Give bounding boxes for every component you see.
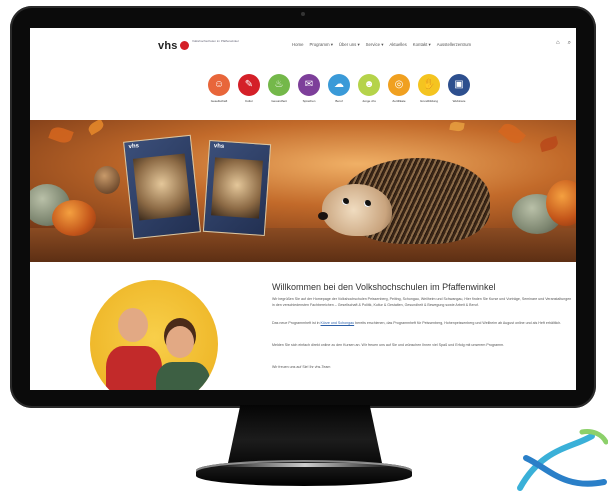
vhs-logo-text: vhs <box>158 40 178 52</box>
category-label: Beruf <box>335 99 343 103</box>
paragraph-text: bereits erschienen, das Programmheft für… <box>354 321 562 325</box>
category-label: Grundbildung <box>419 99 438 103</box>
cloud-icon: ☁ <box>328 74 350 96</box>
category-junge-vhs[interactable]: ☻ Junge vhs <box>356 74 382 103</box>
nav-item-ausstellerzentrum[interactable]: Ausstellerzentrum <box>437 42 471 48</box>
category-label: Webinare <box>452 99 466 103</box>
hedgehog-face <box>322 184 392 236</box>
person-woman <box>156 326 212 390</box>
category-label: Gesellschaft <box>210 99 228 103</box>
hand-icon: ✋ <box>418 74 440 96</box>
category-kultur[interactable]: ✎ Kultur <box>236 74 262 103</box>
booklet-logo: vhs <box>213 143 225 150</box>
nav-item-kontakt[interactable]: Kontakt ▾ <box>413 42 431 48</box>
welcome-paragraph-2: Das neue Programmheft ist in Kürze und S… <box>272 320 572 326</box>
corner-swirl-logo <box>517 429 608 491</box>
pumpkin-image <box>52 200 96 236</box>
site-header: vhs Volkshochschulen im Pfaffenwinkel Ho… <box>30 28 576 66</box>
category-beruf[interactable]: ☁ Beruf <box>326 74 352 103</box>
header-icons: ⌂ ⌕ <box>556 40 571 47</box>
booklet-cover-image <box>132 153 192 221</box>
vhs-logo[interactable]: vhs <box>158 40 189 52</box>
category-label: Kultur <box>245 99 253 103</box>
health-icon: ♨ <box>268 74 290 96</box>
welcome-paragraph-1: Wir begrüßen Sie auf der Homepage der Vo… <box>272 297 572 307</box>
nav-item-service[interactable]: Service ▾ <box>366 42 384 48</box>
palette-icon: ✎ <box>238 74 260 96</box>
smiley-icon: ☻ <box>358 74 380 96</box>
monitor-icon: ▣ <box>448 74 470 96</box>
category-bar: ☺ Gesellschaft ✎ Kultur ♨ Gesundheit ✉ S… <box>206 74 472 103</box>
category-label: Zertifikate <box>392 99 406 103</box>
category-grundbildung[interactable]: ✋ Grundbildung <box>416 74 442 103</box>
category-gesundheit[interactable]: ♨ Gesundheit <box>266 74 292 103</box>
people-icon: ☺ <box>208 74 230 96</box>
vhs-tagline: Volkshochschulen im Pfaffenwinkel <box>192 39 239 43</box>
shirt-shape <box>156 362 210 390</box>
shirt-shape <box>106 346 162 390</box>
nav-item-ueber-uns[interactable]: Über uns ▾ <box>339 42 360 48</box>
category-label: Sprachen <box>302 99 316 103</box>
person-man <box>106 308 162 390</box>
booklet-cover-image <box>211 157 263 219</box>
vhs-logo-mark <box>179 41 189 50</box>
hedgehog-eye <box>342 198 349 205</box>
webcam-dot <box>301 12 305 16</box>
category-label: Junge vhs <box>362 99 376 103</box>
monitor-stand-highlight <box>220 463 390 467</box>
bag-icon[interactable]: ⌂ <box>556 40 560 47</box>
pinecone-image <box>94 166 120 194</box>
program-booklet: vhs <box>123 134 201 240</box>
hero-table <box>30 228 576 262</box>
welcome-heading: Willkommen bei den Volkshochschulen im P… <box>272 282 496 292</box>
search-icon[interactable]: ⌕ <box>568 40 571 47</box>
nav-item-aktuelles[interactable]: Aktuelles <box>389 42 406 48</box>
speech-bubble-icon: ✉ <box>298 74 320 96</box>
head-shape <box>166 326 194 358</box>
hero-banner: vhs vhs <box>30 120 576 262</box>
category-webinare[interactable]: ▣ Webinare <box>446 74 472 103</box>
monitor-frame: vhs Volkshochschulen im Pfaffenwinkel Ho… <box>10 6 596 408</box>
category-sprachen[interactable]: ✉ Sprachen <box>296 74 322 103</box>
category-zertifikate[interactable]: ◎ Zertifikate <box>386 74 412 103</box>
nav-item-home[interactable]: Home <box>292 42 303 48</box>
website-screen: vhs Volkshochschulen im Pfaffenwinkel Ho… <box>30 28 576 390</box>
welcome-paragraph-3: Melden Sie sich einfach direkt online zu… <box>272 343 505 347</box>
team-photo <box>90 280 218 390</box>
main-nav: Home Programm ▾ Über uns ▾ Service ▾ Akt… <box>292 42 471 48</box>
program-link[interactable]: Kürze und Schongau <box>321 321 355 325</box>
head-shape <box>118 308 148 342</box>
welcome-paragraph-4: Wir freuen uns auf Sie! Ihr vhs-Team <box>272 365 331 369</box>
monitor-stand-neck <box>228 405 382 463</box>
program-booklet: vhs <box>202 139 272 237</box>
nav-item-programm[interactable]: Programm ▾ <box>309 42 332 48</box>
target-icon: ◎ <box>388 74 410 96</box>
paragraph-text: Das neue Programmheft ist in <box>272 321 321 325</box>
category-label: Gesundheit <box>271 99 287 103</box>
hedgehog-eye <box>364 200 371 207</box>
hedgehog-nose <box>318 212 328 220</box>
booklet-logo: vhs <box>128 143 140 151</box>
category-gesellschaft[interactable]: ☺ Gesellschaft <box>206 74 232 103</box>
